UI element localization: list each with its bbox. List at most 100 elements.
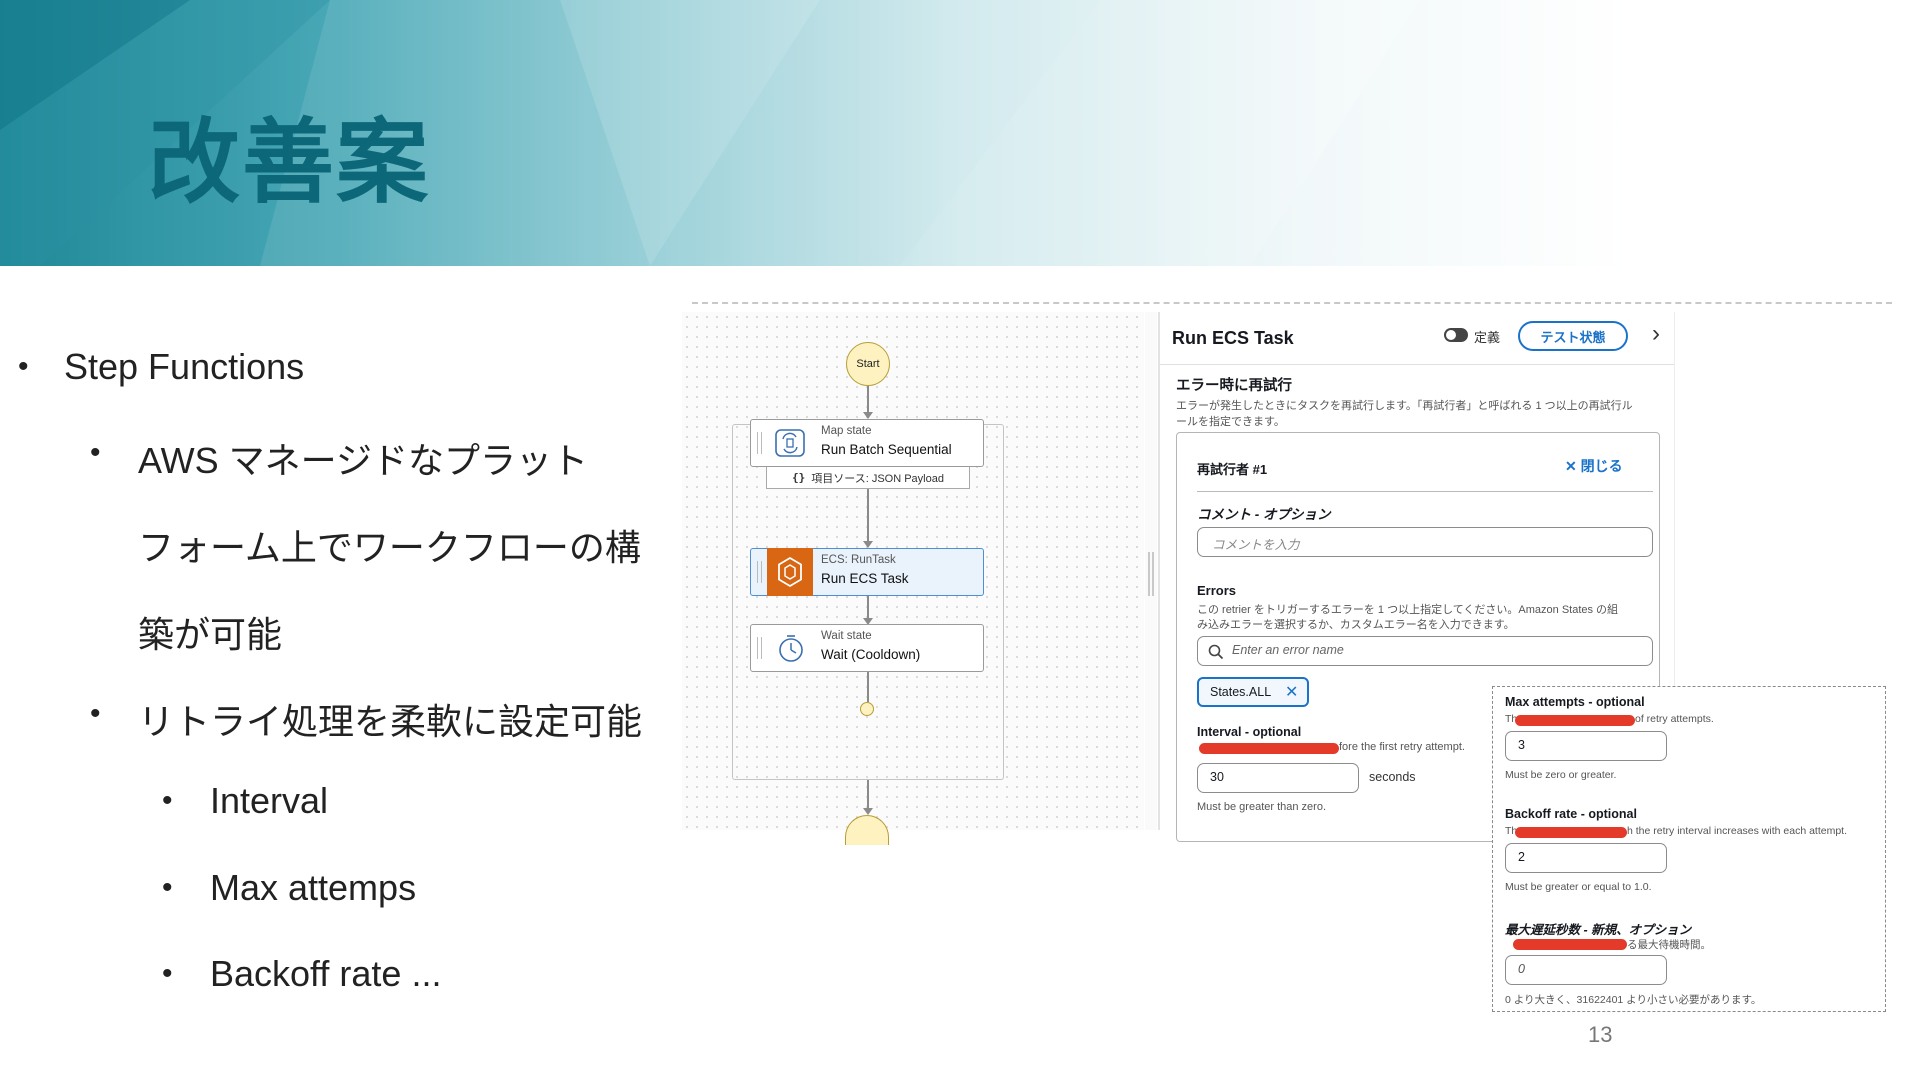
max-delay-label: 最大遅延秒数 - 新規、オプション [1505,923,1692,937]
comment-input[interactable]: コメントを入力 [1197,527,1653,557]
interval-unit: seconds [1369,770,1416,784]
ecs-runtask-node[interactable]: ECS: RunTask Run ECS Task [750,548,984,596]
backoff-rate-value: 2 [1518,850,1525,864]
retrier-divider [1197,491,1653,492]
backoff-rate-input[interactable]: 2 [1505,843,1667,873]
max-delay-value: 0 [1518,962,1525,976]
comment-placeholder: コメントを入力 [1212,538,1300,552]
errors-desc: み込みエラーを選択するか、カスタムエラー名を入力できます。 [1197,619,1515,631]
start-label: Start [856,358,880,370]
bullet-managed-platform-3: 築が可能 [138,614,283,655]
interval-label: Interval - optional [1197,725,1302,739]
backoff-rate-hint: h the retry interval increases with each… [1627,825,1848,837]
bullet-interval: Interval [210,780,329,821]
errors-label: Errors [1197,583,1237,598]
panel-title: Run ECS Task [1172,328,1294,348]
bullet-dot: • [18,350,29,383]
timer-icon [779,635,803,662]
drag-handle[interactable] [757,432,762,454]
ecs-icon [767,548,813,596]
retry-section-desc: エラーが発生したときにタスクを再試行します。「再試行者」と呼ばれる 1 つ以上の… [1176,400,1633,412]
search-icon [1208,644,1224,660]
retrier-close-label: 閉じる [1580,458,1623,474]
error-search-placeholder: Enter an error name [1232,643,1344,657]
error-search-input[interactable]: Enter an error name [1197,636,1653,666]
error-token-states-all[interactable]: States.ALL ✕ [1197,677,1309,707]
bullet-retry-config: リトライ処理を柔軟に設定可能 [138,701,643,742]
errors-desc: この retrier をトリガーするエラーを 1 つ以上指定してください。Ama… [1197,604,1619,616]
wait-node-type: Wait state [821,630,872,642]
max-attempts-input[interactable]: 3 [1505,731,1667,761]
remove-token-icon[interactable]: ✕ [1285,682,1298,702]
bullet-max-attemps: Max attemps [210,867,417,908]
end-node[interactable] [845,815,889,845]
max-attempts-hint: of retry attempts. [1635,713,1714,725]
interval-value: 30 [1210,770,1224,784]
connector [867,780,869,810]
bullet-dot: • [90,436,101,469]
bullet-dot: • [162,871,173,904]
start-node[interactable]: Start [846,342,890,386]
max-attempts-value: 3 [1518,738,1525,752]
test-state-button[interactable]: テスト状態 [1518,321,1628,351]
redaction-mark [1515,827,1627,838]
screenshot-top-divider [692,302,1892,304]
slide-title: 改善案 [148,109,431,216]
bullet-backoff-rate: Backoff rate ... [210,953,442,994]
definition-toggle-label: 定義 [1474,330,1501,345]
retry-section-desc: ールを指定できます。 [1176,416,1285,428]
bullet-dot: • [162,784,173,817]
map-icon [775,429,805,457]
wait-node-name: Wait (Cooldown) [821,647,921,662]
bullet-dot: • [162,957,173,990]
max-attempts-label: Max attempts - optional [1505,695,1645,709]
redaction-mark [1513,939,1627,950]
drag-handle[interactable] [757,637,762,659]
interval-help: Must be greater than zero. [1197,801,1327,813]
drag-handle[interactable] [757,561,762,583]
bullet-managed-platform-1: AWS マネージドなプラット [138,440,588,481]
connector [867,489,869,543]
interval-input[interactable]: 30 [1197,763,1359,793]
panel-divider [1160,364,1674,365]
connector [867,596,869,620]
max-delay-hint: る最大待機時間。 [1627,939,1711,951]
redaction-mark [1515,715,1635,726]
backoff-rate-label: Backoff rate - optional [1505,807,1637,821]
max-delay-help: 0 より大きく、31622401 より小さい必要があります。 [1505,994,1762,1006]
wait-state-node[interactable]: Wait state Wait (Cooldown) [750,624,984,672]
bullet-step-functions: Step Functions [64,346,305,387]
interval-hint: fore the first retry attempt. [1339,741,1465,753]
splitter-grip[interactable] [1148,552,1154,596]
ecs-node-type: ECS: RunTask [821,554,896,566]
comment-label: コメント - オプション [1197,507,1331,522]
map-node-name: Run Batch Sequential [821,442,952,457]
retrier-title: 再試行者 #1 [1197,462,1268,477]
retry-section-title: エラー時に再試行 [1176,378,1292,394]
workflow-canvas[interactable]: Start Map state Run Batch Sequential {} … [682,312,1144,845]
max-delay-input[interactable]: 0 [1505,955,1667,985]
map-state-node[interactable]: Map state Run Batch Sequential [750,419,984,467]
error-token-label: States.ALL [1210,685,1272,699]
connector [867,386,869,414]
bullet-managed-platform-2: フォーム上でワークフローの構 [138,527,641,568]
ecs-node-name: Run ECS Task [821,571,909,586]
backoff-rate-help: Must be greater or equal to 1.0. [1505,881,1652,893]
arrow-head [863,412,873,419]
close-icon: ✕ [1565,458,1577,474]
map-node-type: Map state [821,425,872,437]
retry-options-detail: Max attempts - optional Th of retry atte… [1492,686,1886,1012]
retrier-close-button[interactable]: ✕ 閉じる [1565,456,1623,476]
toggle-knob [1446,330,1456,340]
definition-toggle[interactable] [1444,328,1468,342]
page-number: 13 [1588,1022,1613,1047]
test-state-button-label: テスト状態 [1540,329,1606,345]
json-braces-icon: {} [792,471,806,484]
map-item-source: {} 項目ソース: JSON Payload [766,467,970,489]
map-item-source-label: 項目ソース: JSON Payload [811,472,944,485]
chevron-right-icon[interactable]: › [1652,320,1660,348]
arrow-head [863,541,873,548]
bullet-dot: • [90,697,101,730]
arrow-head [863,808,873,815]
map-end-node [860,702,874,716]
